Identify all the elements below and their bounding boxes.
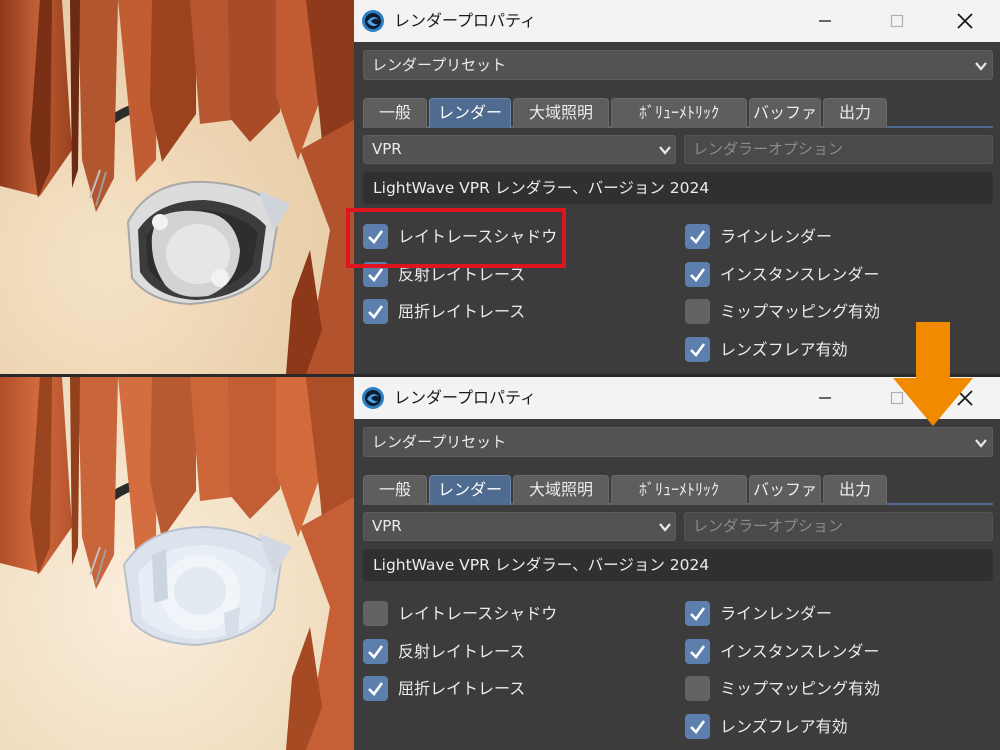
lens-flare-label: レンズフレア有効 [720, 340, 848, 359]
tab-volumetrics[interactable]: ﾎﾞﾘｭｰﾒﾄﾘｯｸ [611, 475, 747, 505]
instance-render-label: インスタンスレンダー [720, 265, 880, 284]
line-render-label: ラインレンダー [720, 604, 833, 623]
window-title: レンダープロパティ [394, 388, 537, 407]
tab-global-illumination[interactable]: 大域照明 [513, 98, 609, 128]
raytrace-reflection-label: 反射レイトレース [398, 642, 526, 661]
line-render-label: ラインレンダー [720, 227, 833, 246]
render-viewport[interactable] [0, 377, 354, 750]
tab-output[interactable]: 出力 [823, 98, 887, 128]
renderer-info: LightWave VPR レンダラー、バージョン 2024 [363, 549, 993, 581]
lightwave-logo-icon [361, 9, 385, 33]
renderer-value: VPR [372, 140, 402, 158]
tab-volumetrics[interactable]: ﾎﾞﾘｭｰﾒﾄﾘｯｸ [611, 98, 747, 128]
title-bar: レンダープロパティ [354, 0, 1000, 42]
render-properties-panel: レンダープロパティ レンダープリセット 一般 レンダー 大域照明 ﾎﾞﾘｭｰﾒﾄ… [354, 0, 1000, 374]
render-viewport[interactable] [0, 0, 354, 374]
tab-render[interactable]: レンダー [429, 475, 511, 505]
raytrace-refraction-label: 屈折レイトレース [398, 679, 526, 698]
comparison-top: レンダープロパティ レンダープリセット 一般 レンダー 大域照明 ﾎﾞﾘｭｰﾒﾄ… [0, 0, 1000, 374]
window-title: レンダープロパティ [394, 11, 537, 30]
lens-flare-label: レンズフレア有効 [720, 717, 848, 736]
renderer-dropdown[interactable]: VPR [363, 512, 676, 541]
checkmark-icon [690, 607, 706, 621]
maximize-button[interactable] [874, 0, 920, 42]
maximize-icon [890, 14, 904, 28]
mipmapping-label: ミップマッピング有効 [720, 679, 881, 698]
tab-buffers[interactable]: バッファ [749, 98, 821, 128]
renderer-dropdown[interactable]: VPR [363, 135, 676, 164]
tab-render[interactable]: レンダー [429, 98, 511, 128]
minimize-icon [819, 397, 831, 399]
chevron-down-icon [659, 523, 671, 532]
tab-buffers[interactable]: バッファ [749, 475, 821, 505]
tab-output[interactable]: 出力 [823, 475, 887, 505]
chevron-down-icon [975, 439, 987, 448]
checkmark-icon [690, 230, 706, 244]
close-icon [957, 13, 973, 29]
tab-bar: 一般 レンダー 大域照明 ﾎﾞﾘｭｰﾒﾄﾘｯｸ バッファ 出力 [363, 96, 993, 128]
render-preset-value: レンダープリセット [372, 56, 507, 74]
checkmark-icon [690, 720, 706, 734]
tab-global-illumination[interactable]: 大域照明 [513, 475, 609, 505]
chevron-down-icon [659, 146, 671, 155]
render-preset-value: レンダープリセット [372, 433, 507, 451]
tab-general[interactable]: 一般 [363, 98, 427, 128]
renderer-options-button[interactable]: レンダラーオプション [684, 135, 993, 164]
comparison-bottom: レンダープロパティ レンダープリセット 一般 レンダー 大域照明 ﾎﾞﾘｭｰﾒﾄ… [0, 377, 1000, 750]
minimize-button[interactable] [802, 0, 848, 42]
renderer-value: VPR [372, 517, 402, 535]
instance-render-label: インスタンスレンダー [720, 642, 880, 661]
raytrace-shadows-label: レイトレースシャドウ [398, 604, 558, 623]
minimize-icon [819, 20, 831, 22]
lightwave-logo-icon [361, 386, 385, 410]
render-image [0, 377, 354, 750]
highlight-box [346, 208, 566, 268]
down-arrow-icon [893, 322, 973, 426]
render-preset-dropdown[interactable]: レンダープリセット [363, 50, 993, 80]
renderer-info: LightWave VPR レンダラー、バージョン 2024 [363, 172, 993, 204]
raytrace-refraction-label: 屈折レイトレース [398, 302, 526, 321]
tab-bar: 一般 レンダー 大域照明 ﾎﾞﾘｭｰﾒﾄﾘｯｸ バッファ 出力 [363, 473, 993, 505]
chevron-down-icon [975, 62, 987, 71]
render-properties-panel: レンダープロパティ レンダープリセット 一般 レンダー 大域照明 ﾎﾞﾘｭｰﾒﾄ… [354, 377, 1000, 750]
render-image [0, 0, 354, 374]
checkmark-icon [690, 645, 706, 659]
renderer-options-button[interactable]: レンダラーオプション [684, 512, 993, 541]
tab-general[interactable]: 一般 [363, 475, 427, 505]
render-preset-dropdown[interactable]: レンダープリセット [363, 427, 993, 457]
mipmapping-label: ミップマッピング有効 [720, 302, 881, 321]
checkmark-icon [690, 343, 706, 357]
close-button[interactable] [942, 0, 988, 42]
checkmark-icon [690, 268, 706, 282]
checkmark-icon [368, 682, 384, 696]
minimize-button[interactable] [802, 377, 848, 419]
checkmark-icon [368, 645, 384, 659]
checkmark-icon [368, 305, 384, 319]
